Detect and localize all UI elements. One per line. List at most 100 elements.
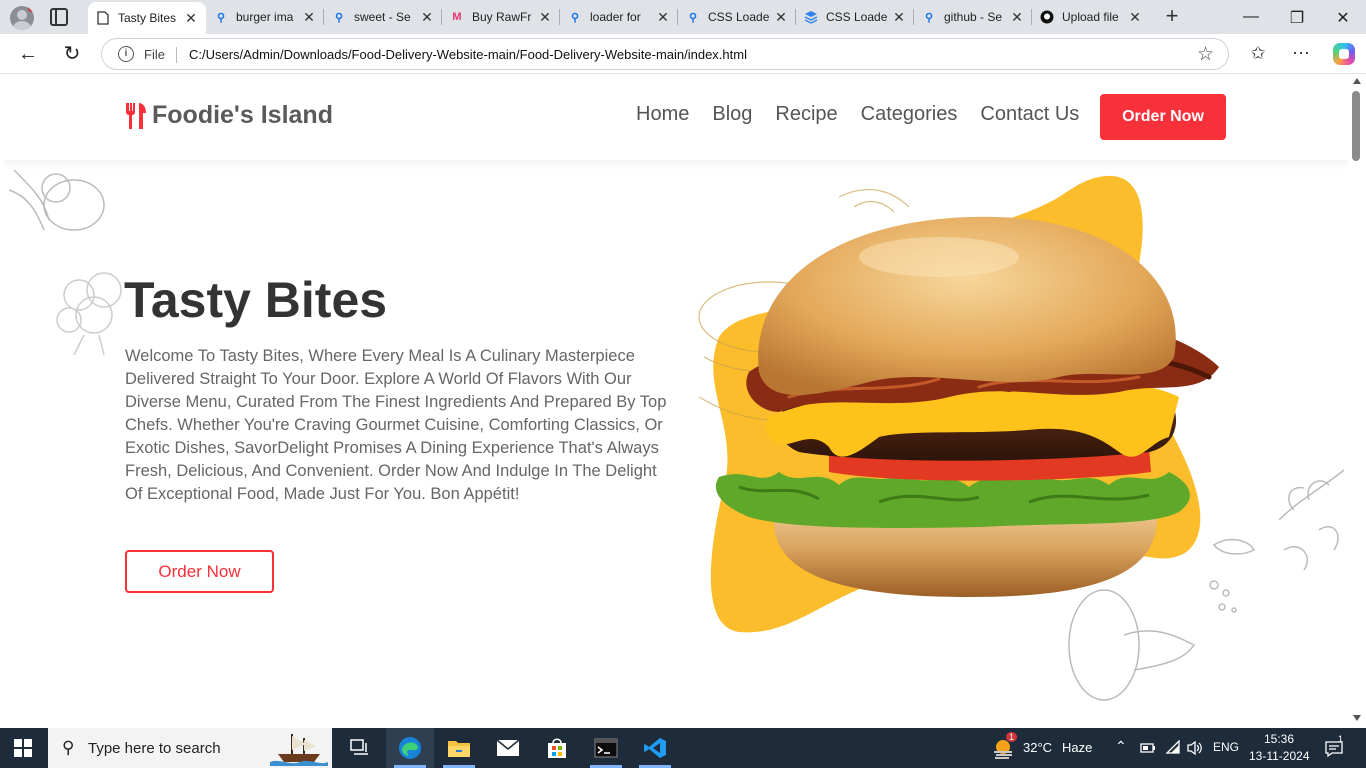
page-icon xyxy=(96,11,110,25)
browser-toolbar: ← ↻ i File C:/Users/Admin/Downloads/Food… xyxy=(0,34,1366,74)
tab-tasty-bites[interactable]: Tasty Bites ✕ xyxy=(88,2,206,34)
tab-close-icon[interactable]: ✕ xyxy=(656,9,670,26)
favorite-star-icon[interactable]: ☆ xyxy=(1197,43,1214,66)
search-highlight-ship-icon xyxy=(270,734,328,766)
hero-order-now-button[interactable]: Order Now xyxy=(125,550,274,593)
input-language[interactable]: ENG xyxy=(1213,740,1239,754)
tab-label: github - Se xyxy=(944,10,1003,24)
tab-label: burger ima xyxy=(236,10,294,24)
edge-browser-icon[interactable] xyxy=(386,728,434,768)
tab-close-icon[interactable]: ✕ xyxy=(420,9,434,26)
url-text[interactable]: C:/Users/Admin/Downloads/Food-Delivery-W… xyxy=(189,47,747,62)
clock-date[interactable]: 13-11-2024 xyxy=(1249,749,1310,763)
site-header: Foodie's Island Home Blog Recipe Categor… xyxy=(4,75,1348,160)
fork-knife-icon xyxy=(126,102,146,129)
scroll-up-arrow-icon[interactable] xyxy=(1353,78,1361,84)
taskbar-search-box[interactable]: ⚲ Type here to search xyxy=(48,728,332,768)
nav-recipe[interactable]: Recipe xyxy=(775,103,837,126)
tab-label: sweet - Se xyxy=(354,10,411,24)
windows-taskbar: ⚲ Type here to search 1 32°C Haze ⌃ ENG … xyxy=(0,728,1366,768)
tab-close-icon[interactable]: ✕ xyxy=(892,9,906,26)
tab-css-loader[interactable]: CSS Loade ✕ xyxy=(796,0,914,34)
favorites-icon[interactable]: ✩ xyxy=(1247,43,1269,64)
brand-name: Foodie's Island xyxy=(152,101,333,129)
taskbar-search-placeholder: Type here to search xyxy=(88,740,221,757)
brand-logo[interactable]: Foodie's Island xyxy=(124,101,333,130)
nav-contact-us[interactable]: Contact Us xyxy=(980,103,1079,126)
weather-temperature[interactable]: 32°C xyxy=(1023,740,1052,755)
copilot-icon[interactable] xyxy=(1333,43,1355,65)
tab-close-icon[interactable]: ✕ xyxy=(1010,9,1024,26)
restore-icon[interactable]: ❐ xyxy=(1287,8,1307,28)
tab-loader-for[interactable]: ⚲ loader for ✕ xyxy=(560,0,678,34)
file-explorer-icon[interactable] xyxy=(435,728,483,768)
main-nav: Home Blog Recipe Categories Contact Us xyxy=(636,103,1102,126)
tab-label: Upload file xyxy=(1062,10,1119,24)
browser-tab-strip: Tasty Bites ✕ ⚲ burger ima ✕ ⚲ sweet - S… xyxy=(0,0,1366,34)
layers-icon xyxy=(804,10,818,24)
hero-title: Tasty Bites xyxy=(124,272,388,328)
show-hidden-icons-chevron-icon[interactable]: ⌃ xyxy=(1115,738,1127,755)
more-menu-icon[interactable]: ⋯ xyxy=(1290,43,1312,64)
burger-image xyxy=(698,175,1219,633)
info-icon[interactable]: i xyxy=(118,46,134,62)
profile-avatar-icon[interactable] xyxy=(10,6,34,30)
window-close-icon[interactable]: ✕ xyxy=(1333,8,1353,28)
scroll-down-arrow-icon[interactable] xyxy=(1353,715,1361,721)
myntra-icon: M xyxy=(452,11,462,23)
microsoft-store-icon[interactable] xyxy=(533,728,581,768)
terminal-icon[interactable] xyxy=(582,728,630,768)
minimize-icon[interactable]: — xyxy=(1241,8,1261,26)
vscode-icon[interactable] xyxy=(631,728,679,768)
search-icon: ⚲ xyxy=(570,11,580,24)
header-order-now-button[interactable]: Order Now xyxy=(1100,94,1226,140)
page-viewport: Foodie's Island Home Blog Recipe Categor… xyxy=(4,75,1348,725)
tab-close-icon[interactable]: ✕ xyxy=(302,9,316,26)
tab-buy-rawfr[interactable]: M Buy RawFr ✕ xyxy=(442,0,560,34)
hero-description: Welcome To Tasty Bites, Where Every Meal… xyxy=(125,347,667,503)
tab-burger-images[interactable]: ⚲ burger ima ✕ xyxy=(206,0,324,34)
tab-css-loader-search[interactable]: ⚲ CSS Loade ✕ xyxy=(678,0,796,34)
search-icon: ⚲ xyxy=(216,11,226,24)
search-icon: ⚲ xyxy=(62,738,75,757)
github-icon xyxy=(1040,10,1054,24)
tab-label: loader for xyxy=(590,10,641,24)
tab-label: CSS Loade xyxy=(708,10,770,24)
tab-close-icon[interactable]: ✕ xyxy=(774,9,788,26)
tab-upload-file[interactable]: Upload file ✕ xyxy=(1032,0,1150,34)
tab-label: CSS Loade xyxy=(826,10,888,24)
speaker-volume-icon[interactable] xyxy=(1186,740,1204,756)
tab-sweet-search[interactable]: ⚲ sweet - Se ✕ xyxy=(324,0,442,34)
weather-condition[interactable]: Haze xyxy=(1062,740,1092,755)
weather-badge: 1 xyxy=(1006,732,1018,742)
page-scrollbar[interactable] xyxy=(1348,75,1366,725)
mail-icon[interactable] xyxy=(484,728,532,768)
tab-label: Buy RawFr xyxy=(472,10,532,24)
task-view-icon[interactable] xyxy=(336,728,384,768)
address-bar[interactable]: i File C:/Users/Admin/Downloads/Food-Del… xyxy=(101,38,1229,70)
notification-count: 1 xyxy=(1338,734,1344,744)
back-arrow-icon[interactable]: ← xyxy=(16,42,40,66)
battery-icon[interactable] xyxy=(1140,742,1156,754)
nav-blog[interactable]: Blog xyxy=(712,103,752,126)
windows-start-icon[interactable] xyxy=(14,739,32,757)
clock-time[interactable]: 15:36 xyxy=(1264,732,1294,746)
tab-close-icon[interactable]: ✕ xyxy=(538,9,552,26)
scroll-thumb[interactable] xyxy=(1352,91,1360,161)
nav-categories[interactable]: Categories xyxy=(861,103,958,126)
tab-label: Tasty Bites xyxy=(118,11,177,25)
refresh-icon[interactable]: ↻ xyxy=(60,42,84,66)
search-icon: ⚲ xyxy=(924,11,934,24)
search-icon: ⚲ xyxy=(688,11,698,24)
scheme-label: File xyxy=(144,47,165,62)
tab-close-icon[interactable]: ✕ xyxy=(184,10,198,27)
tab-close-icon[interactable]: ✕ xyxy=(1128,9,1142,26)
herb-leaf-doodle-icon xyxy=(1278,469,1345,571)
tab-github-search[interactable]: ⚲ github - Se ✕ xyxy=(914,0,1032,34)
wifi-icon[interactable] xyxy=(1165,740,1181,756)
search-icon: ⚲ xyxy=(334,11,344,24)
nav-home[interactable]: Home xyxy=(636,103,689,126)
vegetable-doodle-icon xyxy=(8,169,105,231)
new-tab-button[interactable]: + xyxy=(1160,5,1184,27)
tab-actions-icon[interactable] xyxy=(50,8,68,26)
